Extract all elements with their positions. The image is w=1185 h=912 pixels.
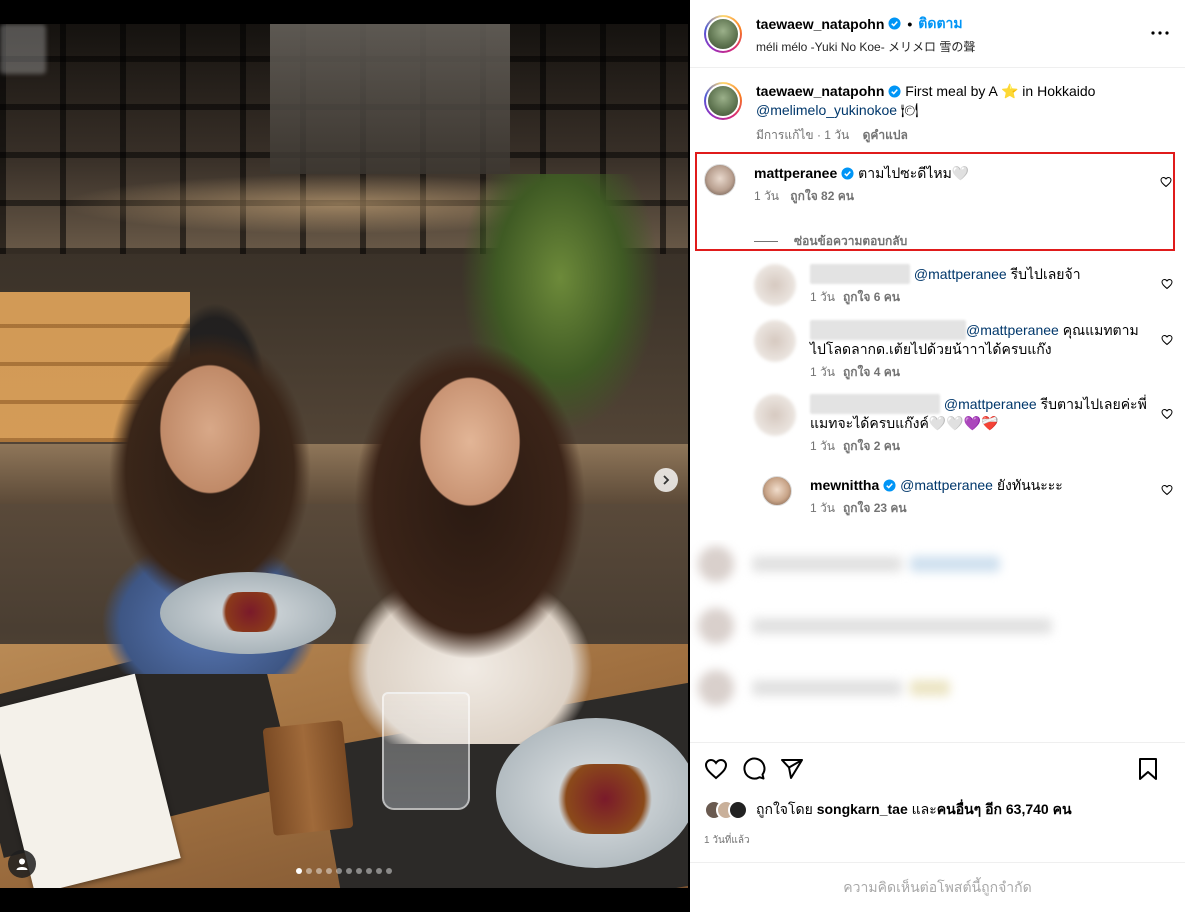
audio-track[interactable]: méli mélo -Yuki No Koe- メリメロ 雪の聲	[756, 38, 975, 55]
comment-text: ตามไปซะดีไหม🤍	[858, 165, 970, 181]
verified-badge-icon	[883, 479, 896, 492]
reply-item: @mattperanee รีบตามไปเลยค่ะพี่แมทจะได้คร…	[754, 394, 1185, 456]
hide-replies-label: ซ่อนข้อความตอบกลับ	[794, 234, 908, 248]
hide-replies-button[interactable]: ซ่อนข้อความตอบกลับ	[754, 232, 969, 251]
edited-label: มีการแก้ไข	[756, 128, 814, 142]
carousel-dots	[0, 868, 688, 874]
reply-item: @mattperanee รีบไปเลยจ้า 1 วัน ถูกใจ 6 คน	[754, 264, 1185, 307]
verified-badge-icon	[888, 17, 901, 30]
reply-text: รีบไปเลยจ้า	[1010, 266, 1081, 282]
reply-item: mewnittha @mattperanee ยังทันนะะะ 1 วัน ถ…	[762, 476, 1185, 518]
follow-button[interactable]: ติดตาม	[918, 13, 962, 35]
like-comment-icon[interactable]	[1160, 176, 1172, 188]
blurred-username	[810, 264, 910, 284]
liked-by-prefix: ถูกใจโดย	[756, 801, 813, 817]
reply-mention[interactable]: @mattperanee	[944, 396, 1037, 412]
commenter-avatar[interactable]	[704, 164, 736, 196]
author-username[interactable]: taewaew_natapohn	[756, 16, 884, 32]
post-time-ago[interactable]: 1 วันที่แล้ว	[704, 833, 1171, 848]
comment-likes[interactable]: ถูกใจ 82 คน	[790, 189, 854, 203]
reply-mention[interactable]: @mattperanee	[914, 266, 1007, 282]
bookmark-icon[interactable]	[1137, 757, 1159, 781]
liker-avatar[interactable]	[728, 800, 748, 820]
reply-text: ยังทันนะะะ	[996, 477, 1063, 493]
blurred-comments	[690, 540, 1185, 740]
reply-username[interactable]: mewnittha	[810, 477, 879, 493]
reply-time[interactable]: 1 วัน	[810, 290, 835, 304]
carousel-dot	[336, 868, 342, 874]
reply-likes[interactable]: ถูกใจ 23 คน	[843, 501, 907, 515]
caption-mention[interactable]: @melimelo_yukinokoe	[756, 102, 897, 118]
liked-by-and: และ	[911, 801, 937, 817]
author-avatar[interactable]	[704, 82, 742, 120]
carousel-dot	[306, 868, 312, 874]
reply-text: คุณแมทตาม	[1062, 322, 1139, 338]
star-emoji: ⭐	[1000, 83, 1019, 99]
photo-person-right	[310, 324, 630, 744]
carousel-dot	[326, 868, 332, 874]
like-comment-icon[interactable]	[1161, 334, 1173, 346]
comments-restricted-notice: ความคิดเห็นต่อโพสต์นี้ถูกจำกัด	[690, 862, 1185, 912]
blurred-username	[810, 394, 940, 414]
caption-meta: มีการแก้ไข · 1 วัน ดูคำแปล	[756, 128, 908, 142]
reply-time[interactable]: 1 วัน	[810, 501, 835, 515]
plate-emoji: 🍽	[900, 102, 919, 118]
reply-time[interactable]: 1 วัน	[810, 365, 835, 379]
reply-text: รีบตามไปเลยค่ะพี่	[1040, 396, 1147, 412]
reply-avatar[interactable]	[754, 320, 796, 362]
verified-badge-icon	[888, 85, 901, 98]
caption-location: in Hokkaido	[1022, 83, 1096, 99]
chevron-right-icon[interactable]	[654, 468, 678, 492]
post-sidebar: taewaew_natapohn • ติดตาม méli mélo -Yuk…	[690, 0, 1185, 912]
post-actions: ถูกใจโดย songkarn_tae และคนอื่นๆ อีก 63,…	[690, 742, 1185, 848]
post-photo[interactable]	[0, 24, 688, 888]
reply-likes[interactable]: ถูกใจ 6 คน	[843, 290, 900, 304]
author-avatar[interactable]	[704, 14, 742, 53]
carousel-dot	[356, 868, 362, 874]
reply-likes[interactable]: ถูกใจ 2 คน	[843, 439, 900, 453]
comment-time[interactable]: 1 วัน	[754, 189, 779, 203]
likes-summary: ถูกใจโดย songkarn_tae และคนอื่นๆ อีก 63,…	[704, 799, 1171, 821]
liked-by-others[interactable]: คนอื่นๆ	[937, 801, 981, 817]
like-comment-icon[interactable]	[1161, 278, 1173, 290]
like-comment-icon[interactable]	[1161, 484, 1173, 496]
instagram-post-viewer: taewaew_natapohn • ติดตาม méli mélo -Yuk…	[0, 0, 1185, 912]
more-options-icon[interactable]	[1151, 24, 1169, 35]
carousel-dot	[296, 868, 302, 874]
reply-mention[interactable]: @mattperanee	[900, 477, 993, 493]
reply-avatar[interactable]	[754, 394, 796, 436]
comment-item: mattperanee ตามไปซะดีไหม🤍 1 วัน ถูกใจ 82…	[704, 164, 1174, 251]
post-caption: taewaew_natapohn First meal by A ⭐ in Ho…	[690, 68, 1185, 153]
blurred-region	[0, 24, 46, 74]
reply-item: @mattperanee คุณแมทตามไปโลดลากด.เต้ยไปด้…	[754, 320, 1185, 382]
reply-avatar[interactable]	[762, 476, 792, 506]
separator-dot: •	[907, 15, 913, 32]
carousel-dot	[316, 868, 322, 874]
reply-mention[interactable]: @mattperanee	[966, 322, 1059, 338]
carousel-dot	[386, 868, 392, 874]
liked-by-count[interactable]: อีก 63,740 คน	[985, 801, 1071, 817]
reply-likes[interactable]: ถูกใจ 4 คน	[843, 365, 900, 379]
verified-badge-icon	[841, 167, 854, 180]
reply-time[interactable]: 1 วัน	[810, 439, 835, 453]
heart-icon[interactable]	[704, 757, 728, 781]
reply-text-line2: แมทจะได้ครบแก๊งค์🤍🤍💜❤️‍🩹	[810, 415, 999, 431]
translate-button[interactable]: ดูคำแปล	[863, 128, 908, 142]
caption-time[interactable]: 1 วัน	[824, 128, 849, 142]
blurred-username	[810, 320, 966, 340]
photo-glass	[382, 692, 470, 810]
share-icon[interactable]	[780, 757, 804, 781]
carousel-dot	[376, 868, 382, 874]
carousel-dot	[366, 868, 372, 874]
liked-by-user[interactable]: songkarn_tae	[817, 801, 908, 817]
comment-username[interactable]: mattperanee	[754, 165, 837, 181]
post-header: taewaew_natapohn • ติดตาม méli mélo -Yuk…	[690, 0, 1185, 68]
carousel-dot	[346, 868, 352, 874]
comment-icon[interactable]	[742, 757, 766, 781]
reply-avatar[interactable]	[754, 264, 796, 306]
reply-text-line2: ไปโลดลากด.เต้ยไปด้วยน้าาาได้ครบแก๊ง	[810, 341, 1052, 357]
caption-username[interactable]: taewaew_natapohn	[756, 83, 884, 99]
caption-text: First meal by A	[905, 83, 998, 99]
like-comment-icon[interactable]	[1161, 408, 1173, 420]
